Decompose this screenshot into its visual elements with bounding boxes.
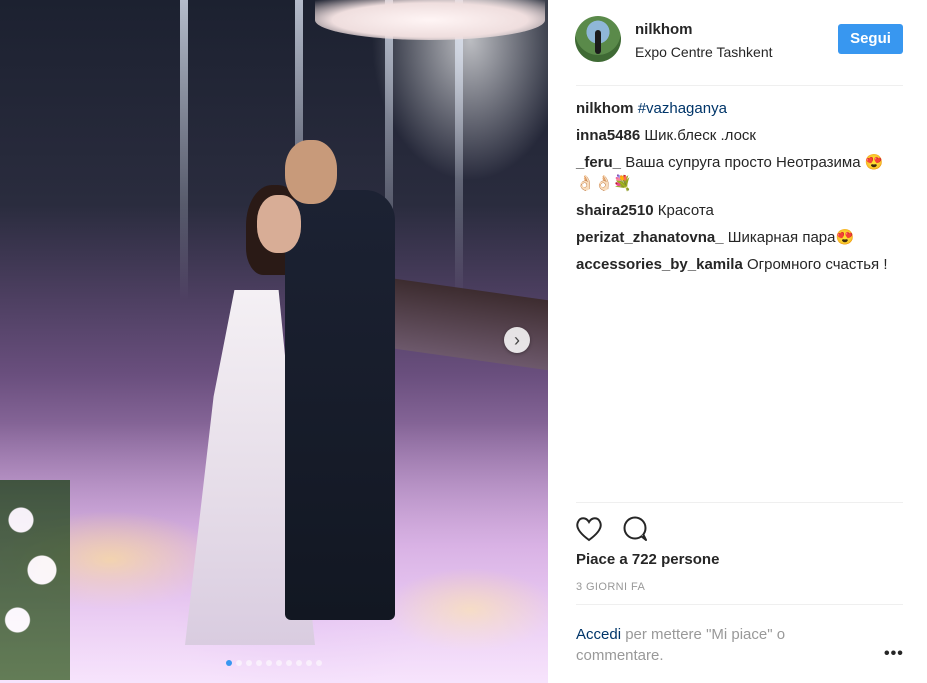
caption-username[interactable]: nilkhom xyxy=(576,100,634,117)
light-strip xyxy=(180,0,188,300)
divider xyxy=(576,604,903,605)
comment-username[interactable]: inna5486 xyxy=(576,127,640,144)
post-header: nilkhom Expo Centre Tashkent Segui xyxy=(548,0,927,78)
groom-suit xyxy=(285,190,395,620)
caption: nilkhom #vazhaganya xyxy=(576,98,901,119)
post-sidebar: nilkhom Expo Centre Tashkent Segui nilkh… xyxy=(548,0,927,683)
light-strip xyxy=(455,0,463,300)
groom-face xyxy=(285,140,337,204)
comment-item: _feru_ Ваша супруга просто Неотразима 😍👌… xyxy=(576,152,901,194)
divider xyxy=(576,85,903,86)
carousel-dot[interactable] xyxy=(226,660,232,666)
login-prompt: Accedi per mettere "Mi piace" o commenta… xyxy=(576,624,846,666)
follow-button[interactable]: Segui xyxy=(838,24,903,54)
comments-list: nilkhom #vazhaganya inna5486 Шик.блеск .… xyxy=(576,98,901,281)
post-actions xyxy=(574,514,650,544)
comment-username[interactable]: _feru_ xyxy=(576,154,621,171)
comment-bubble-icon[interactable] xyxy=(620,514,650,544)
comment-text: Огромного счастья ! xyxy=(746,256,888,273)
comment-username[interactable]: accessories_by_kamila xyxy=(576,256,743,273)
carousel-next-button[interactable]: › xyxy=(504,327,530,353)
carousel-dot[interactable] xyxy=(256,660,262,666)
carousel-dot[interactable] xyxy=(286,660,292,666)
post-photo[interactable]: › xyxy=(0,0,548,683)
avatar[interactable] xyxy=(575,16,621,62)
caption-hashtag[interactable]: #vazhaganya xyxy=(638,100,727,117)
comment-item: shaira2510 Красота xyxy=(576,200,901,221)
comment-item: perizat_zhanatovna_ Шикарная пара😍 xyxy=(576,227,901,248)
comment-item: inna5486 Шик.блеск .лоск xyxy=(576,125,901,146)
more-options-icon[interactable]: ••• xyxy=(884,645,904,663)
chandelier xyxy=(315,0,545,40)
login-link[interactable]: Accedi xyxy=(576,626,621,643)
banquet-table xyxy=(395,278,548,372)
comment-text: Красота xyxy=(657,202,714,219)
carousel-dot[interactable] xyxy=(316,660,322,666)
carousel-dot[interactable] xyxy=(276,660,282,666)
carousel-dot[interactable] xyxy=(296,660,302,666)
comment-text: Ваша супруга просто Неотразима 😍👌🏻👌🏻💐 xyxy=(576,154,884,192)
post-timestamp[interactable]: 3 GIORNI FA xyxy=(576,581,645,593)
comment-text: Шик.блеск .лоск xyxy=(644,127,756,144)
flower-arrangement xyxy=(0,480,70,680)
likes-count[interactable]: Piace a 722 persone xyxy=(576,551,719,568)
header-username[interactable]: nilkhom xyxy=(635,21,693,38)
carousel-dot[interactable] xyxy=(306,660,312,666)
heart-icon[interactable] xyxy=(574,514,604,544)
carousel-dot[interactable] xyxy=(246,660,252,666)
divider xyxy=(576,502,903,503)
comment-username[interactable]: perizat_zhanatovna_ xyxy=(576,229,724,246)
carousel-dot[interactable] xyxy=(266,660,272,666)
comment-username[interactable]: shaira2510 xyxy=(576,202,654,219)
comment-item: accessories_by_kamila Огромного счастья … xyxy=(576,254,901,275)
comment-text: Шикарная пара😍 xyxy=(727,229,855,246)
carousel-indicator xyxy=(0,660,548,666)
location-link[interactable]: Expo Centre Tashkent xyxy=(635,44,773,60)
carousel-dot[interactable] xyxy=(236,660,242,666)
chevron-right-icon: › xyxy=(514,330,520,350)
bride-face xyxy=(257,195,301,253)
